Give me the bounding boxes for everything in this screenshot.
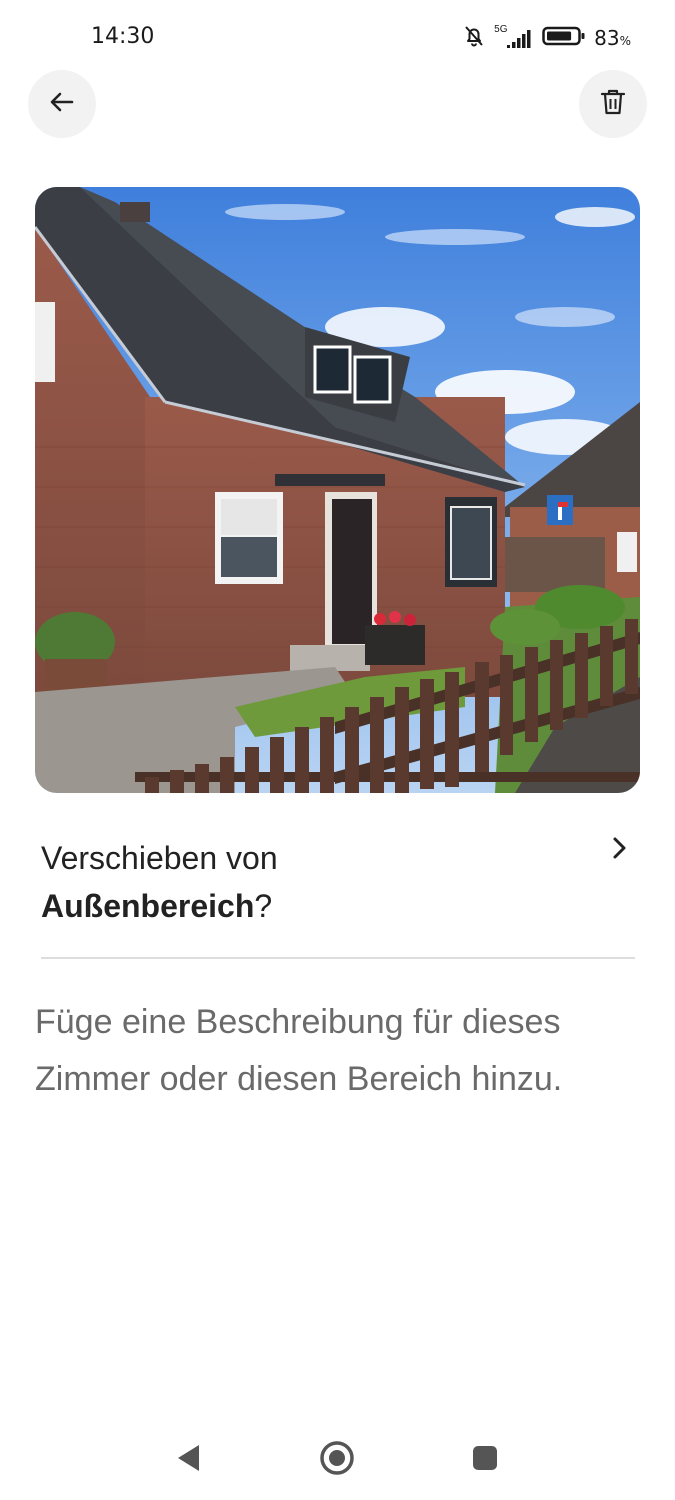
triangle-back-icon [175,1443,201,1478]
battery-unit: % [619,34,631,48]
arrow-left-icon [47,87,77,122]
battery-percent: 83% [594,26,631,50]
square-recents-icon [471,1444,499,1477]
back-button[interactable] [28,70,96,138]
move-prefix: Verschieben von [41,840,278,876]
circle-home-icon [319,1440,355,1481]
nav-back-button[interactable] [168,1440,208,1480]
house-exterior-photo [35,187,640,793]
trash-icon [600,88,626,121]
nav-home-button[interactable] [317,1440,357,1480]
move-room-text: Verschieben von Außenbereich? [41,834,635,930]
description-input[interactable]: Füge eine Beschreibung für dieses Zimmer… [35,994,645,1108]
bell-muted-icon [462,24,486,53]
status-bar: 14:30 5G 83% [0,0,675,76]
status-icons: 5G 83% [462,24,631,52]
battery-value: 83 [594,26,620,50]
divider [41,957,635,959]
status-time: 14:30 [91,24,155,49]
move-room-row[interactable]: Verschieben von Außenbereich? [41,834,635,934]
battery-icon [542,24,586,53]
move-suffix: ? [254,888,273,924]
nav-recents-button[interactable] [465,1440,505,1480]
move-room-name: Außenbereich [41,888,255,924]
system-nav-bar [0,1420,675,1500]
delete-button[interactable] [579,70,647,138]
room-photo[interactable] [35,187,640,793]
chevron-right-icon [609,834,631,867]
signal-icon: 5G [494,24,534,50]
